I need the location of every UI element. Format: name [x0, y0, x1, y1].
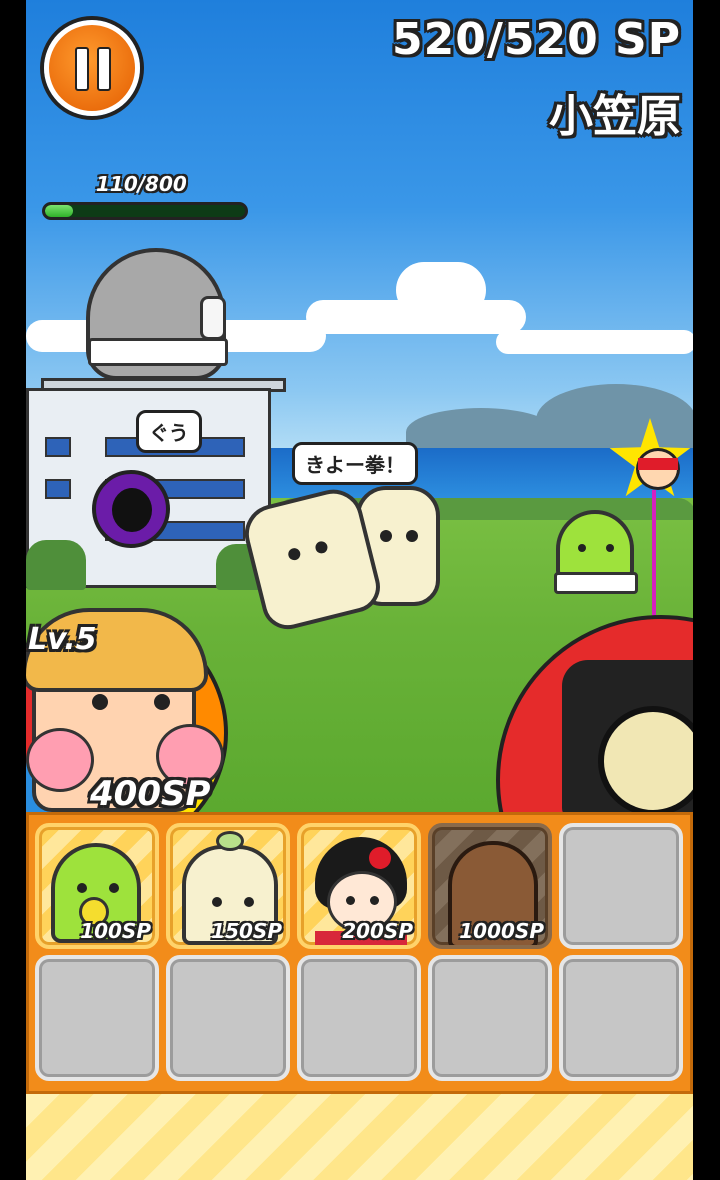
green-sumo-belt	[554, 572, 638, 594]
enemy-purple-ninja	[92, 470, 170, 548]
boss-sumo-belt	[88, 338, 228, 366]
pause-button[interactable]	[44, 20, 140, 116]
unit-slot-empty	[559, 823, 683, 949]
unit-slot-moai[interactable]: 1000SP	[428, 823, 552, 949]
unit-cost: 150SP	[211, 919, 282, 943]
unit-slot-empty	[35, 955, 159, 1081]
unit-cost: 1000SP	[459, 919, 544, 943]
cloud	[496, 330, 693, 354]
stage-name: 小笠原	[549, 91, 681, 142]
game-screen: ぐう きよー拳！ Lv.5 400SP 520/520 SP 小笠原 110/8…	[26, 0, 693, 1180]
bottom-pattern	[26, 1094, 693, 1180]
unit-slot-geisha[interactable]: 200SP	[297, 823, 421, 949]
unit-cost: 200SP	[342, 919, 413, 943]
hp-bar-fill	[45, 205, 73, 217]
enemy-speech-bubble: ぐう	[136, 410, 202, 453]
enemy-base-hp-text: 110/800	[96, 172, 187, 196]
unit-slot-empty	[559, 955, 683, 1081]
hedge	[26, 540, 86, 590]
unit-cost: 100SP	[80, 919, 151, 943]
unit-slot-green-baby[interactable]: 100SP	[35, 823, 159, 949]
enemy-spawn-pin	[652, 490, 656, 620]
level-label: Lv.5	[28, 622, 97, 657]
pompom-icon	[26, 728, 94, 792]
ally-speech-bubble: きよー拳！	[292, 442, 418, 485]
unit-slot-empty	[428, 955, 552, 1081]
mochi-hat-icon	[216, 831, 244, 851]
unit-slot-empty	[297, 955, 421, 1081]
pause-icon	[75, 47, 89, 91]
cloud	[396, 262, 486, 318]
unit-grid: 100SP 150SP 200SP 1000SP	[35, 823, 683, 1081]
flower-icon	[369, 847, 391, 869]
hero-mask	[638, 458, 678, 470]
unit-panel: 100SP 150SP 200SP 1000SP	[26, 812, 693, 1094]
sp-counter: 520/520 SP	[391, 14, 681, 65]
baby-bottle-icon	[200, 296, 226, 340]
unit-slot-mochi[interactable]: 150SP	[166, 823, 290, 949]
enemy-base-hp-bar	[42, 202, 248, 220]
upgrade-cost-label: 400SP	[90, 774, 211, 814]
unit-slot-empty	[166, 955, 290, 1081]
mountain	[536, 384, 693, 456]
